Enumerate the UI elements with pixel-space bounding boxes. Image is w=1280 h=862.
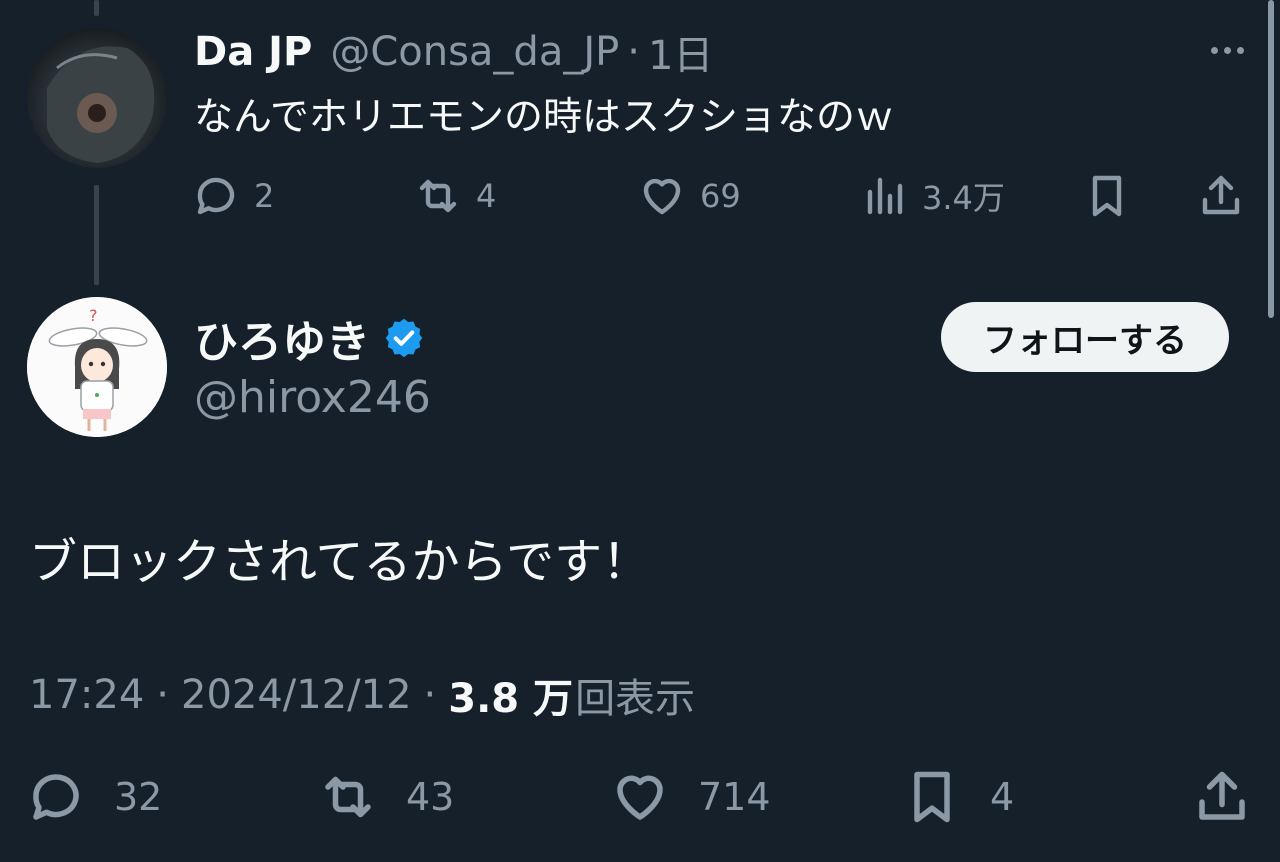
main-bookmark-button[interactable]: 4: [902, 762, 1014, 832]
views-label: 回表示: [575, 676, 696, 722]
main-tweet-text: ブロックされてるからです！: [29, 534, 651, 590]
reply-reply-button[interactable]: 2: [192, 166, 274, 226]
reply-icon: [33, 774, 79, 820]
main-reply-count: 32: [114, 775, 163, 819]
tweet-meta: 17:24 · 2024/12/12 · 3.8 万 回表示: [29, 666, 695, 724]
reply-icon: [197, 177, 235, 215]
reply-views-button[interactable]: 3.4万: [860, 166, 1005, 226]
main-reply-button[interactable]: 32: [26, 762, 162, 832]
reply-views-count: 3.4万: [922, 179, 1005, 217]
main-author-handle[interactable]: @hirox246: [194, 372, 431, 423]
share-icon: [1202, 175, 1240, 215]
main-retweet-button[interactable]: 43: [318, 762, 454, 832]
main-bookmark-count: 4: [990, 775, 1015, 819]
retweet-icon: [325, 776, 371, 818]
reply-separator: ·: [627, 29, 640, 75]
main-author-name[interactable]: ひろゆき: [194, 306, 370, 370]
reply-timestamp[interactable]: 1日: [648, 23, 713, 81]
views-icon: [867, 177, 903, 215]
main-retweet-count: 43: [406, 775, 455, 819]
tweet-thread-view: Da JP @Consa_da_JP · 1日 なんでホリエモンの時はスクショな…: [0, 0, 1280, 862]
retweet-icon: [419, 179, 457, 213]
tweet-time[interactable]: 17:24: [29, 672, 144, 718]
main-share-button[interactable]: [1192, 762, 1252, 832]
svg-text:?: ?: [89, 306, 98, 325]
like-icon: [617, 775, 663, 820]
thread-connector-top: [94, 0, 99, 16]
bookmark-icon: [914, 771, 950, 823]
follow-button[interactable]: フォローする: [941, 302, 1229, 372]
reply-reply-count: 2: [254, 177, 275, 215]
scrollbar[interactable]: [1268, 0, 1274, 862]
reply-action-bar: 2 4 69 3.4万: [0, 166, 1280, 226]
scrollbar-thumb[interactable]: [1268, 0, 1274, 318]
views-count[interactable]: 3.8 万: [448, 666, 573, 724]
reply-author-avatar[interactable]: [27, 28, 167, 168]
reply-share-button[interactable]: [1197, 166, 1245, 226]
bookmark-icon: [1092, 175, 1122, 217]
reply-retweet-button[interactable]: 4: [414, 166, 496, 226]
like-icon: [643, 178, 681, 215]
reply-author-name[interactable]: Da JP: [194, 29, 312, 75]
verified-badge-icon[interactable]: [382, 316, 426, 360]
main-like-button[interactable]: 714: [610, 762, 771, 832]
main-like-count: 714: [698, 775, 771, 819]
main-author-name-row: ひろゆき: [194, 308, 426, 368]
meta-separator: ·: [156, 672, 169, 718]
reply-tweet-text: なんでホリエモンの時はスクショなのｗ: [194, 95, 895, 140]
reply-like-count: 69: [700, 177, 741, 215]
main-action-bar: 32 43 714 4: [0, 762, 1280, 832]
reply-bookmark-button[interactable]: [1083, 166, 1131, 226]
reply-header: Da JP @Consa_da_JP · 1日: [194, 24, 713, 80]
more-icon[interactable]: [1202, 30, 1252, 70]
main-author-avatar[interactable]: ?: [27, 297, 167, 437]
meta-separator: ·: [423, 672, 437, 718]
reply-author-handle[interactable]: @Consa_da_JP: [330, 29, 619, 75]
tweet-date[interactable]: 2024/12/12: [181, 672, 412, 718]
reply-like-button[interactable]: 69: [638, 166, 741, 226]
reply-retweet-count: 4: [476, 177, 497, 215]
share-icon: [1199, 771, 1245, 820]
